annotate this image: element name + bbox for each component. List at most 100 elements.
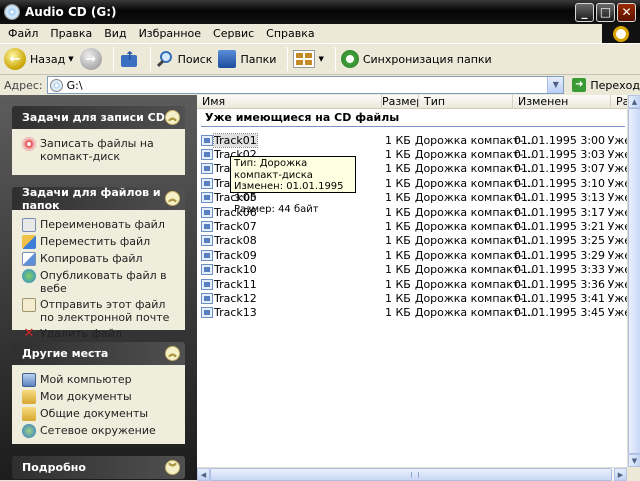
close-button[interactable]: ✕ — [617, 2, 636, 22]
group-divider — [201, 126, 625, 127]
menu-tools[interactable]: Сервис — [207, 27, 260, 40]
globe-icon — [22, 269, 36, 283]
other-places-header[interactable]: Другие места ︽ — [12, 342, 185, 365]
file-row[interactable]: Track09 1 КБ Дорожка компакт-... 01.01.1995… — [197, 248, 627, 262]
back-button[interactable]: ← Назад ▼ — [4, 46, 74, 72]
menu-view[interactable]: Вид — [98, 27, 132, 40]
task-rename[interactable]: Переименовать файл — [22, 218, 177, 232]
scroll-thumb[interactable] — [628, 108, 640, 454]
file-type: Дорожка компакт-... — [414, 306, 534, 320]
collapse-chevron-icon[interactable]: ︽ — [165, 110, 180, 125]
go-label: Переход — [590, 78, 640, 92]
file-type: Дорожка компакт-... — [414, 263, 534, 277]
file-size: 1 КБ — [384, 191, 411, 205]
menu-favorites[interactable]: Избранное — [133, 27, 207, 40]
file-row[interactable]: Track07 1 КБ Дорожка компакт-... 01.01.1995… — [197, 219, 627, 233]
file-modified: 01.01.1995 3:29 — [513, 248, 606, 262]
sync-button[interactable]: Синхронизация папки — [340, 46, 492, 72]
minimize-button[interactable]: _ — [575, 2, 594, 22]
file-row[interactable]: Track12 1 КБ Дорожка компакт-... 01.01.1995… — [197, 291, 627, 305]
scroll-up-icon[interactable]: ▲ — [628, 95, 640, 108]
folders-button[interactable]: Папки — [218, 46, 276, 72]
sync-icon — [340, 50, 359, 68]
toolbar-separator — [112, 47, 114, 71]
details-header[interactable]: Подробно ︾ — [12, 456, 185, 479]
forward-arrow-icon: → — [79, 48, 102, 70]
back-dropdown-icon[interactable]: ▼ — [68, 55, 73, 63]
up-button[interactable]: ↑ — [119, 46, 139, 72]
vertical-scrollbar[interactable]: ▲ ▼ — [627, 95, 640, 467]
cd-drive-icon — [49, 78, 63, 92]
menu-file[interactable]: Файл — [2, 27, 44, 40]
place-my-computer[interactable]: Мой компьютер — [22, 373, 177, 387]
hscroll-thumb[interactable] — [210, 468, 612, 481]
file-modified: 01.01.1995 3:25 — [513, 234, 606, 248]
task-copy[interactable]: Копировать файл — [22, 252, 177, 266]
task-pane: Задачи для записи CD ︽ Записать файлы на… — [0, 95, 197, 480]
move-icon — [22, 235, 36, 249]
task-label: Удалить файл — [40, 327, 122, 340]
views-button[interactable]: ▼ — [293, 46, 324, 72]
file-row[interactable]: Track11 1 КБ Дорожка компакт-... 01.01.1995… — [197, 277, 627, 291]
documents-folder-icon — [22, 390, 36, 404]
column-extra[interactable]: Разме — [611, 95, 627, 109]
column-modified[interactable]: Изменен — [513, 95, 611, 109]
place-shared-documents[interactable]: Общие документы — [22, 407, 177, 421]
cd-track-icon — [201, 307, 213, 319]
task-publish[interactable]: Опубликовать файл в вебе — [22, 269, 177, 295]
file-modified: 01.01.1995 3:33 — [513, 263, 606, 277]
task-email[interactable]: Отправить этот файл по электронной почте — [22, 298, 177, 324]
file-extra: Уже и — [607, 248, 627, 262]
menu-help[interactable]: Справка — [260, 27, 320, 40]
file-size: 1 КБ — [384, 248, 411, 262]
views-dropdown-icon[interactable]: ▼ — [318, 55, 323, 63]
tooltip-modified: Изменен: 01.01.1995 3:00 — [234, 181, 344, 204]
collapse-chevron-icon[interactable]: ︽ — [165, 191, 180, 206]
delete-x-icon: ✕ — [23, 326, 35, 341]
cd-tasks-header[interactable]: Задачи для записи CD ︽ — [12, 106, 185, 129]
scroll-left-icon[interactable]: ◀ — [197, 468, 210, 481]
file-row[interactable]: Track01 1 КБ Дорожка компакт-... 01.01.1995… — [197, 132, 627, 148]
shared-folder-icon — [22, 407, 36, 421]
file-row[interactable]: Track13 1 КБ Дорожка компакт-... 01.01.1995… — [197, 306, 627, 320]
file-type: Дорожка компакт-... — [414, 133, 534, 147]
place-my-documents[interactable]: Мои документы — [22, 390, 177, 404]
file-modified: 01.01.1995 3:13 — [513, 191, 606, 205]
scroll-down-icon[interactable]: ▼ — [628, 454, 640, 467]
file-extra: Уже и — [607, 162, 627, 176]
name-cell: Track11 — [197, 278, 376, 291]
name-cell: Track12 — [197, 292, 376, 305]
menu-edit[interactable]: Правка — [44, 27, 98, 40]
title-bar[interactable]: Audio CD (G:) _ □ ✕ — [0, 0, 640, 24]
collapse-chevron-icon[interactable]: ︽ — [165, 346, 180, 361]
expand-chevron-icon[interactable]: ︾ — [165, 460, 180, 475]
file-size: 1 КБ — [384, 220, 411, 234]
file-name: Track10 — [214, 263, 257, 277]
column-name[interactable]: Имя — [197, 95, 382, 109]
place-network[interactable]: Сетевое окружение — [22, 424, 177, 438]
forward-button[interactable]: → — [79, 46, 102, 72]
back-label: Назад — [30, 52, 66, 66]
horizontal-scrollbar[interactable]: ◀ ▶ — [197, 467, 627, 481]
maximize-button[interactable]: □ — [596, 2, 615, 22]
file-name: Track11 — [214, 277, 257, 291]
task-burn-cd[interactable]: Записать файлы на компакт-диск — [22, 137, 177, 163]
address-input[interactable]: G:\ ▼ — [46, 76, 565, 94]
file-row[interactable]: Track08 1 КБ Дорожка компакт-... 01.01.1995… — [197, 234, 627, 248]
file-modified: 01.01.1995 3:10 — [513, 176, 606, 190]
scroll-right-icon[interactable]: ▶ — [614, 468, 627, 481]
file-size: 1 КБ — [384, 133, 411, 147]
task-move[interactable]: Переместить файл — [22, 235, 177, 249]
column-type[interactable]: Тип — [419, 95, 513, 109]
file-modified: 01.01.1995 3:07 — [513, 162, 606, 176]
file-tasks-header[interactable]: Задачи для файлов и папок ︽ — [12, 186, 185, 212]
back-arrow-icon: ← — [4, 48, 26, 70]
cd-track-icon — [201, 192, 213, 204]
search-button[interactable]: Поиск — [156, 46, 212, 72]
file-row[interactable]: Track10 1 КБ Дорожка компакт-... 01.01.1995… — [197, 263, 627, 277]
column-size[interactable]: Размер — [382, 95, 419, 109]
task-delete[interactable]: ✕ Удалить файл — [22, 327, 177, 341]
address-dropdown-icon[interactable]: ▼ — [547, 77, 564, 93]
other-places-title: Другие места — [22, 347, 109, 360]
go-button[interactable]: ➜ Переход — [572, 78, 640, 92]
